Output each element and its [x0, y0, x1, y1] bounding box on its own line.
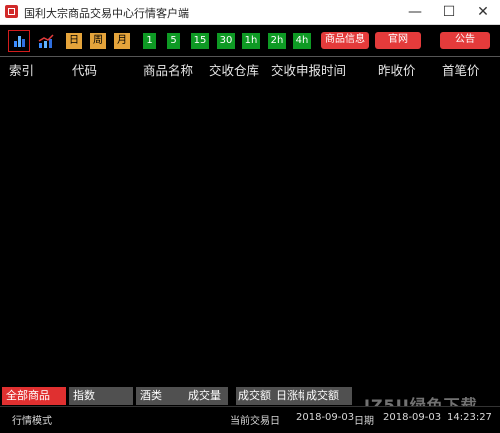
close-button[interactable]: ✕	[466, 0, 500, 24]
maximize-button[interactable]: ☐	[432, 0, 466, 24]
column-header-index[interactable]: 索引	[9, 60, 34, 79]
official-site-button[interactable]: 官网	[375, 32, 421, 49]
announcement-button[interactable]: 公告	[440, 32, 490, 49]
period-week-button[interactable]: 周	[90, 33, 106, 49]
tab-liquor[interactable]: 酒类	[136, 387, 186, 405]
column-header-product-name[interactable]: 商品名称	[143, 60, 193, 79]
column-header-code[interactable]: 代码	[72, 60, 97, 79]
interval-1h-button[interactable]: 1h	[242, 33, 260, 49]
interval-4h-button[interactable]: 4h	[293, 33, 311, 49]
column-header-first-price[interactable]: 首笔价	[442, 60, 480, 79]
time-value: 14:23:27	[447, 412, 492, 423]
mode-label: 行情模式	[12, 416, 52, 427]
tab-index[interactable]: 指数	[69, 387, 133, 405]
period-day-button[interactable]: 日	[66, 33, 82, 49]
bar-chart-icon[interactable]	[8, 30, 30, 52]
date-value: 2018-09-03	[383, 412, 442, 423]
minimize-button[interactable]: —	[398, 0, 432, 24]
tab-turnover[interactable]: 成交额	[304, 387, 352, 405]
tab-all-products[interactable]: 全部商品	[2, 387, 66, 405]
interval-15-button[interactable]: 15	[191, 33, 209, 49]
app-logo-icon	[5, 5, 18, 18]
column-header-warehouse[interactable]: 交收仓库	[209, 60, 259, 79]
trend-chart-icon[interactable]	[35, 30, 57, 52]
product-info-button[interactable]: 商品信息	[321, 32, 369, 49]
column-header-prev-close[interactable]: 昨收价	[378, 60, 416, 79]
interval-30-button[interactable]: 30	[217, 33, 235, 49]
column-header-declare-time[interactable]: 交收申报时间	[271, 60, 346, 79]
title-bar: 国利大宗商品交易中心行情客户端 — ☐ ✕	[0, 0, 500, 25]
tab-daily-gain[interactable]: 日涨幅	[274, 387, 304, 405]
period-month-button[interactable]: 月	[114, 33, 130, 49]
trade-day-label: 当前交易日	[230, 416, 280, 427]
table-header: 索引 代码 商品名称 交收仓库 交收申报时间 昨收价 首笔价	[0, 56, 500, 80]
interval-2h-button[interactable]: 2h	[268, 33, 286, 49]
status-bar: 行情模式 当前交易日 2018-09-03 日期 2018-09-03 14:2…	[0, 406, 500, 433]
interval-1-button[interactable]: 1	[143, 33, 156, 49]
tab-amount[interactable]: 成交额	[236, 387, 274, 405]
toolbar: 日 周 月 1 5 15 30 1h 2h 4h 商品信息 官网 公告	[0, 25, 500, 56]
quote-table-body	[0, 79, 500, 385]
date-label: 日期	[354, 416, 374, 427]
window-title: 国利大宗商品交易中心行情客户端	[24, 7, 189, 20]
tab-volume[interactable]: 成交量	[186, 387, 228, 405]
interval-5-button[interactable]: 5	[167, 33, 180, 49]
trade-day-value: 2018-09-03	[296, 412, 355, 423]
